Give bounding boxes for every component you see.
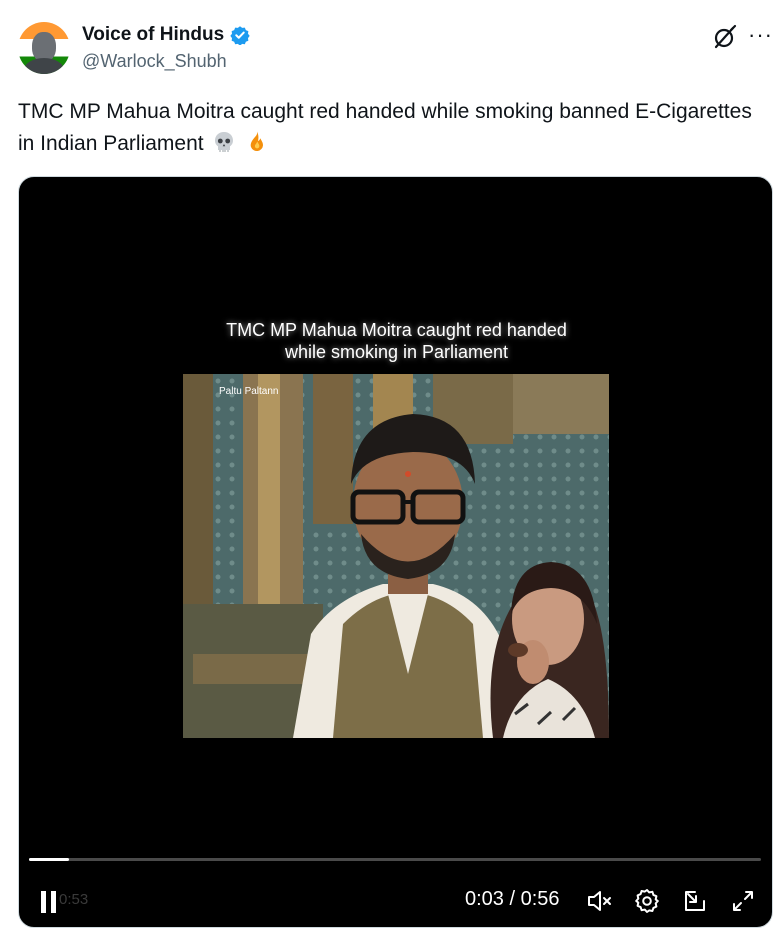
video-time: 0:03 / 0:56	[465, 888, 560, 911]
settings-icon[interactable]	[633, 887, 661, 915]
video-progress-fill	[29, 858, 69, 861]
video-caption-line2: while smoking in Parliament	[284, 342, 509, 362]
video-progress-bar[interactable]	[29, 858, 761, 861]
fullscreen-icon[interactable]	[729, 887, 757, 915]
current-time: 0:03	[465, 888, 504, 910]
mute-icon[interactable]	[585, 887, 613, 915]
fire-emoji-icon	[250, 131, 264, 152]
verified-badge-icon	[230, 26, 250, 45]
picture-in-picture-icon[interactable]	[681, 887, 709, 915]
author-handle[interactable]: @Warlock_Shubh	[82, 51, 227, 72]
tweet-text-content: TMC MP Mahua Moitra caught red handed wh…	[18, 100, 752, 155]
video-player[interactable]: TMC MP Mahua Moitra caught red handed wh…	[18, 176, 773, 928]
grok-icon[interactable]	[712, 24, 738, 50]
video-ghost-time: 0:53	[59, 891, 89, 908]
time-separator: /	[503, 888, 521, 910]
duration: 0:56	[520, 888, 560, 910]
avatar[interactable]	[18, 22, 70, 74]
video-frame: Paltu Paltann	[183, 374, 609, 738]
video-watermark: Paltu Paltann	[219, 386, 279, 397]
tweet-text: TMC MP Mahua Moitra caught red handed wh…	[18, 96, 758, 160]
video-caption-line1: TMC MP Mahua Moitra caught red handed	[226, 320, 567, 340]
video-caption: TMC MP Mahua Moitra caught red handed wh…	[19, 319, 772, 363]
video-scene	[183, 374, 609, 738]
author-name[interactable]: Voice of Hindus	[82, 24, 224, 46]
more-options-icon[interactable]: ···	[748, 22, 773, 48]
pause-icon[interactable]	[39, 889, 61, 915]
skull-emoji-icon	[215, 132, 234, 152]
avatar-shoulders	[24, 58, 64, 74]
author-name-row[interactable]: Voice of Hindus	[82, 24, 250, 46]
